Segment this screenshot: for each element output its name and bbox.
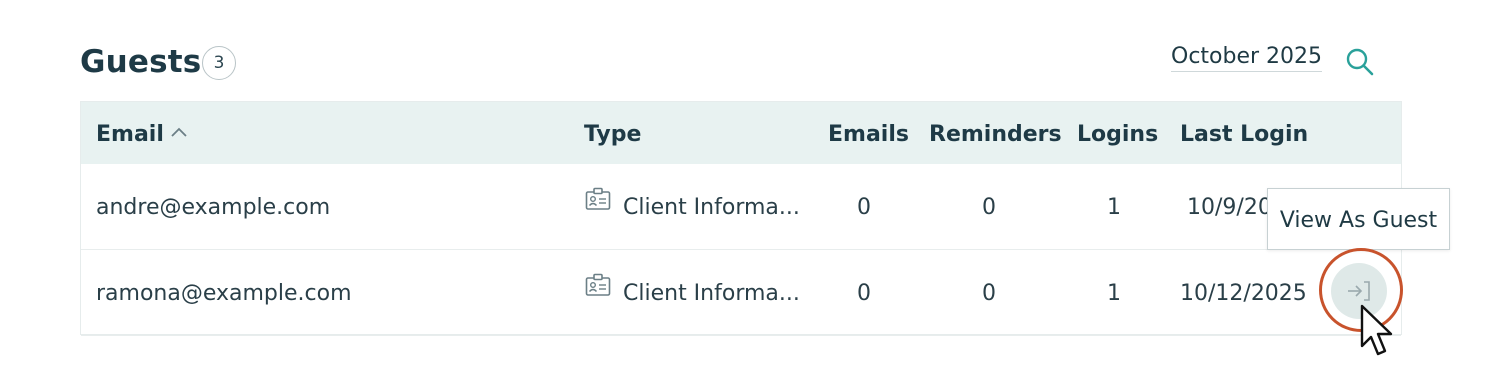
last-login-date: 10/9/20: [1187, 195, 1272, 220]
guests-table: Email Type Emails Reminders Logins Last …: [80, 101, 1402, 336]
column-header-reminders[interactable]: Reminders: [929, 102, 1062, 164]
guest-email: andre@example.com: [96, 195, 331, 220]
table-row[interactable]: ramona@example.com Client Informa... 0 0…: [81, 250, 1401, 336]
contact-card-icon: [585, 247, 611, 335]
column-header-logins[interactable]: Logins: [1077, 102, 1158, 164]
table-row[interactable]: andre@example.com Client Informa... 0 0 …: [81, 164, 1401, 250]
column-header-type[interactable]: Type: [584, 102, 641, 164]
view-as-guest-button[interactable]: [1331, 263, 1387, 319]
last-login-date: 10/12/2025: [1180, 281, 1307, 306]
sign-in-arrow-icon: [1348, 281, 1370, 301]
search-icon: [1346, 48, 1374, 76]
guest-email: ramona@example.com: [96, 281, 352, 306]
emails-count: 0: [857, 195, 871, 220]
logins-count: 1: [1107, 281, 1121, 306]
search-button[interactable]: [1342, 44, 1378, 80]
guest-type: Client Informa...: [585, 250, 800, 336]
contact-card-icon: [585, 161, 611, 249]
guest-count-badge: 3: [202, 46, 236, 80]
emails-count: 0: [857, 281, 871, 306]
month-filter-dropdown[interactable]: October 2025: [1171, 44, 1323, 72]
logins-count: 1: [1107, 195, 1121, 220]
page-title: Guests: [80, 44, 202, 80]
column-header-emails[interactable]: Emails: [828, 102, 909, 164]
column-header-email[interactable]: Email: [96, 102, 188, 164]
chevron-up-icon[interactable]: [170, 99, 188, 165]
view-as-guest-tooltip: View As Guest: [1267, 188, 1450, 250]
guest-type: Client Informa...: [585, 164, 800, 250]
reminders-count: 0: [982, 195, 996, 220]
reminders-count: 0: [982, 281, 996, 306]
table-header: Email Type Emails Reminders Logins Last …: [81, 102, 1401, 164]
column-header-last-login[interactable]: Last Login: [1180, 102, 1308, 164]
